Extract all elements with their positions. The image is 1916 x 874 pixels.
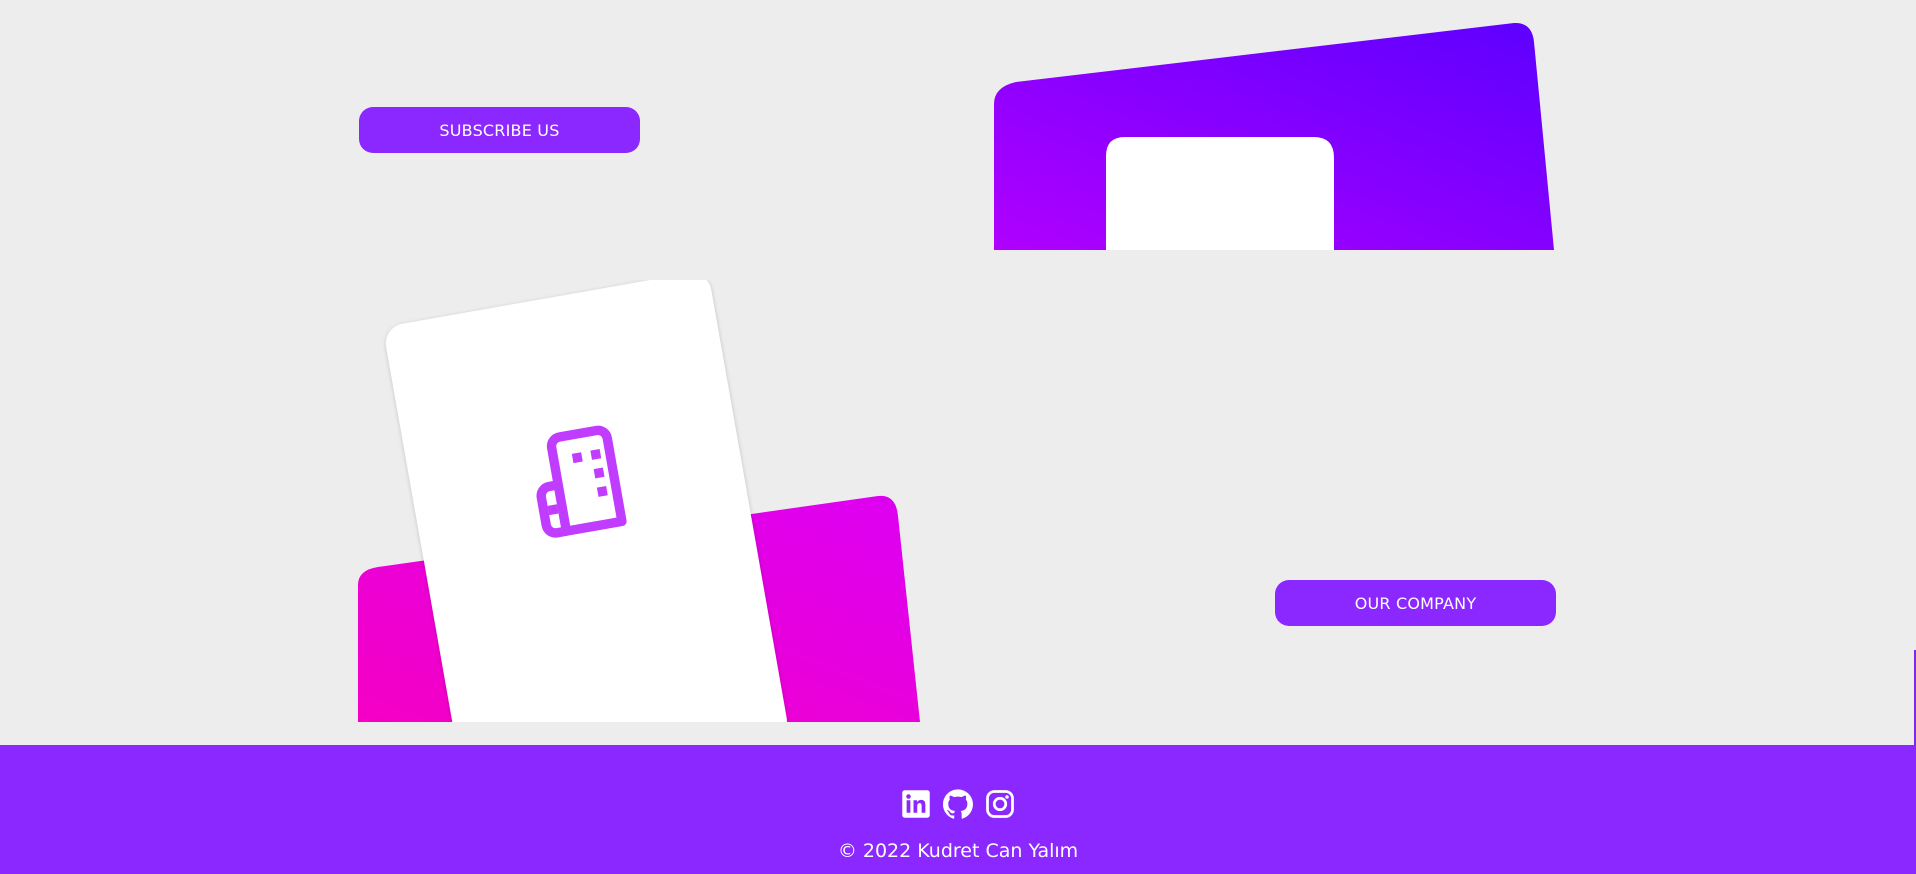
our-company-button[interactable]: OUR COMPANY bbox=[1275, 580, 1556, 626]
top-illustration bbox=[994, 22, 1554, 250]
bottom-illustration bbox=[358, 280, 920, 722]
footer: © 2022 Kudret Can Yalım bbox=[0, 745, 1916, 874]
subscribe-button[interactable]: SUBSCRIBE US bbox=[359, 107, 640, 153]
top-white-card bbox=[1106, 137, 1334, 250]
page: SUBSCRIBE US OUR COMPANY © 2022 Kudret C… bbox=[0, 0, 1916, 874]
linkedin-icon[interactable] bbox=[901, 789, 931, 819]
building-card bbox=[385, 280, 787, 722]
social-links bbox=[0, 789, 1916, 819]
github-icon[interactable] bbox=[943, 789, 973, 819]
instagram-icon[interactable] bbox=[985, 789, 1015, 819]
copyright-text: © 2022 Kudret Can Yalım bbox=[837, 840, 1079, 862]
